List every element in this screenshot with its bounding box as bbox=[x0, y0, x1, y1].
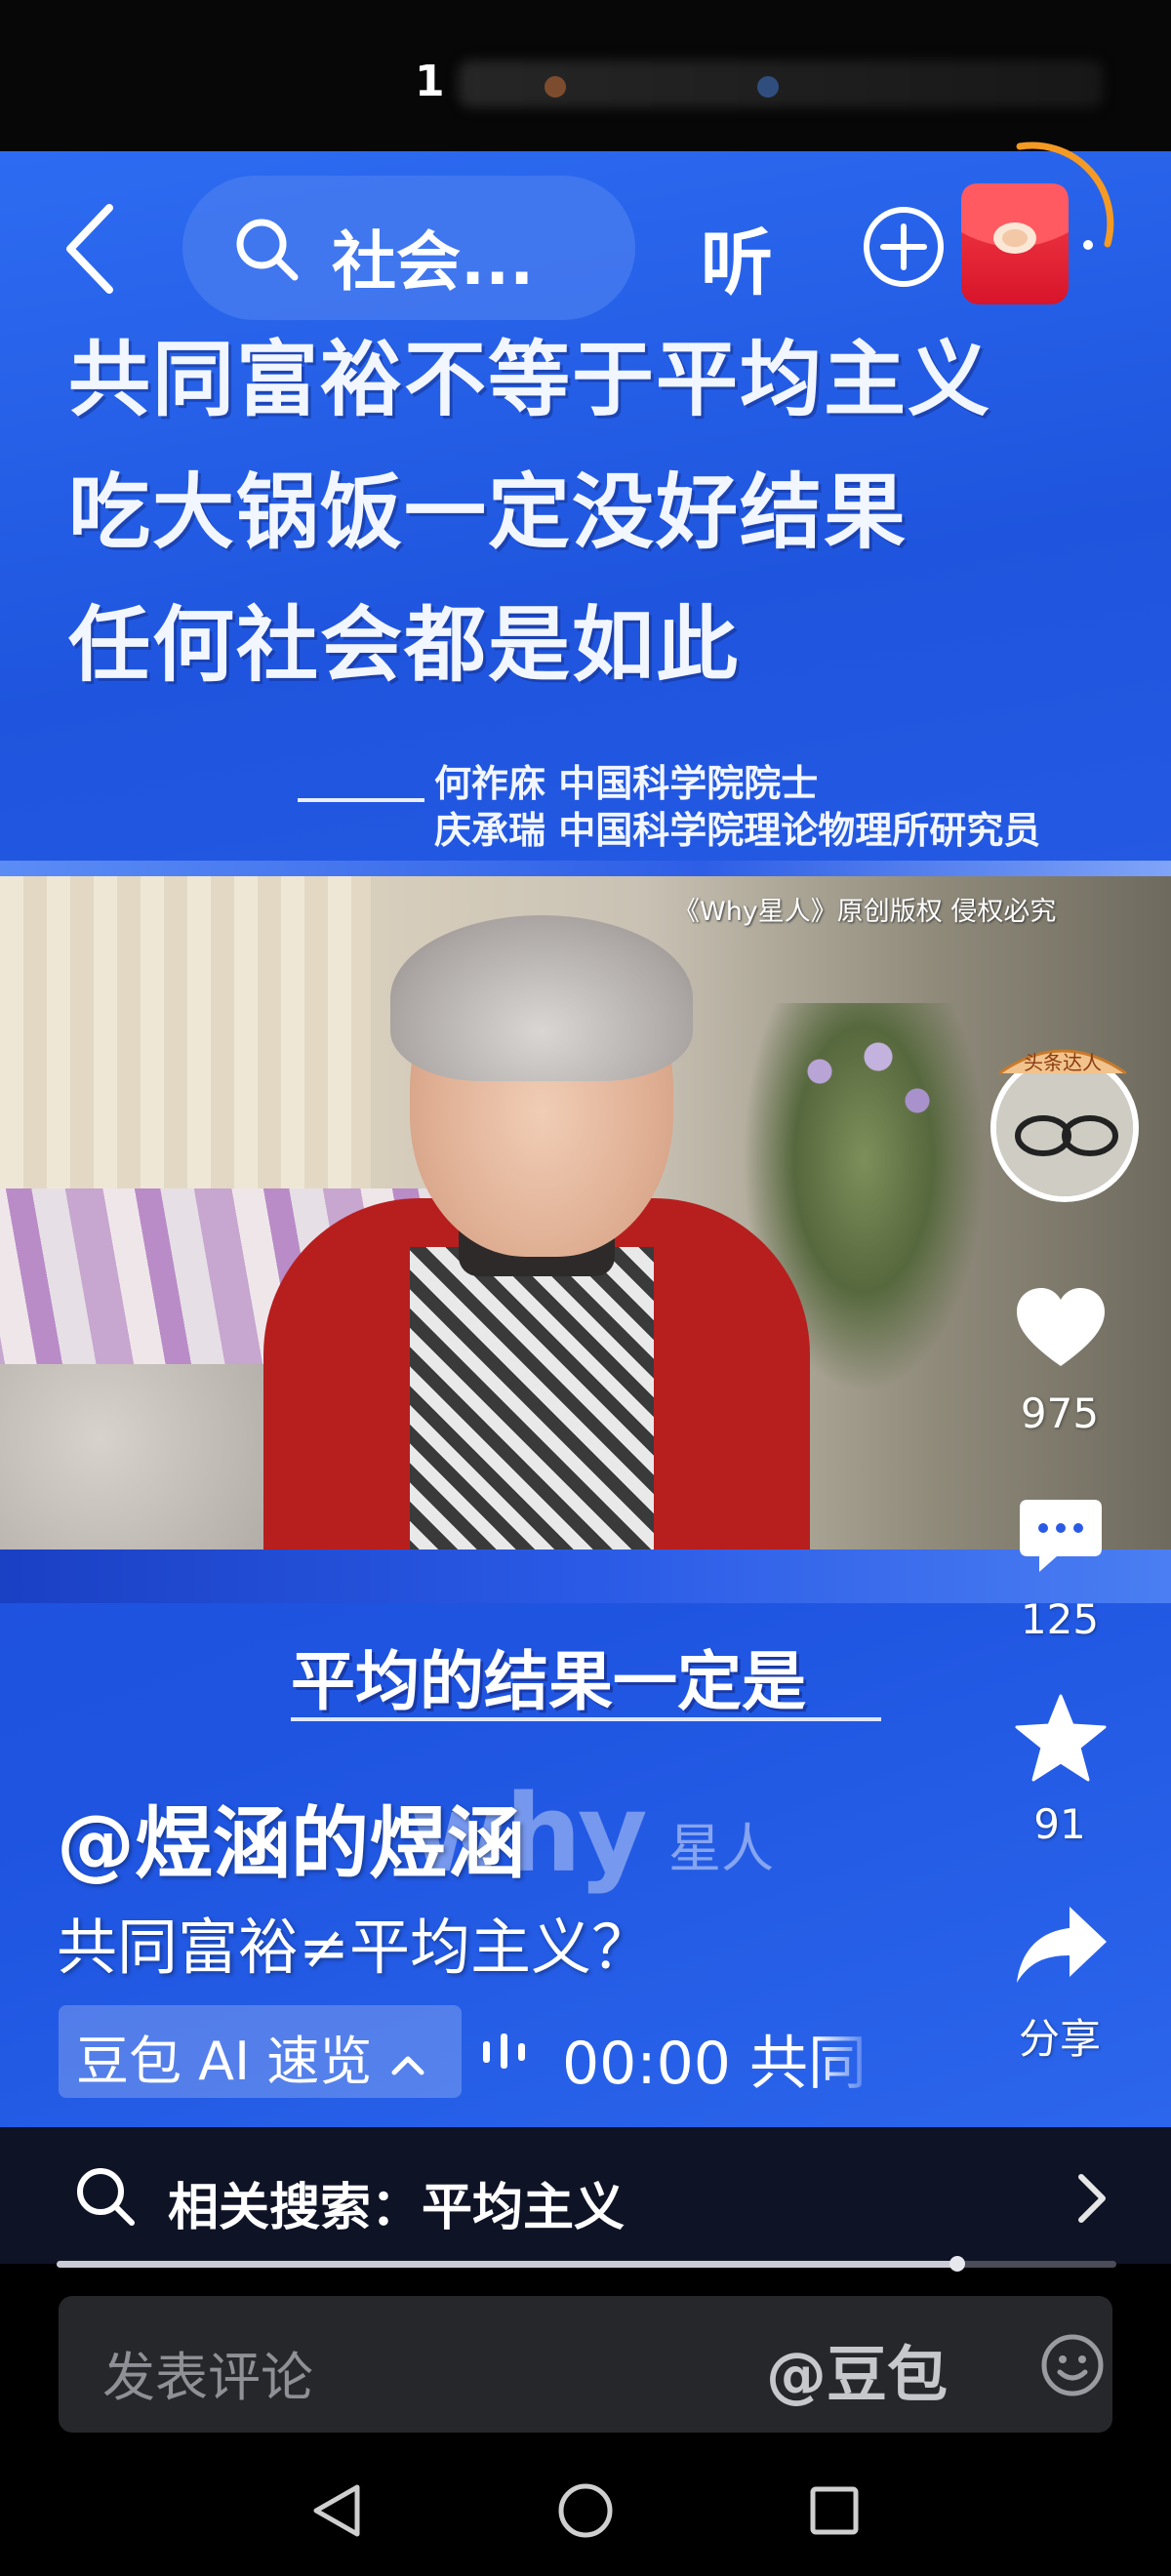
post-caption[interactable]: 共同富裕≠平均主义？ bbox=[57, 1898, 652, 1986]
mention-doubao-button[interactable]: @豆包 bbox=[766, 2325, 948, 2413]
playback-progress-fill bbox=[57, 2261, 957, 2268]
headline-line-2: 吃大锅饭一定没好结果 bbox=[68, 464, 909, 560]
favorite-count: 91 bbox=[1033, 1800, 1086, 1848]
more-dot[interactable] bbox=[1083, 240, 1093, 250]
red-packet-icon[interactable] bbox=[961, 183, 1069, 304]
attribution-line-2: 庆承瑞 中国科学院理论物理所研究员 bbox=[434, 809, 1041, 852]
watermark-logo-cn: 星人 bbox=[668, 1818, 774, 1879]
status-icons-blurred bbox=[459, 60, 1103, 107]
system-nav-bar bbox=[0, 2459, 1171, 2576]
status-bar: 1 bbox=[0, 0, 1171, 151]
author-name[interactable]: @煜涵的煜涵 bbox=[57, 1781, 525, 1894]
related-search-icon bbox=[77, 2168, 135, 2226]
comment-count: 125 bbox=[1020, 1595, 1100, 1643]
ai-summary-text[interactable]: 00:00 共同 bbox=[562, 2016, 878, 2101]
plus-circle-icon[interactable] bbox=[862, 205, 946, 289]
attribution-dash bbox=[298, 798, 424, 802]
ai-summary-label-text: 豆包 AI 速览 bbox=[76, 2031, 373, 2092]
search-text[interactable]: 社会... bbox=[332, 210, 534, 303]
like-count: 975 bbox=[1020, 1389, 1100, 1437]
nav-home-icon[interactable] bbox=[557, 2482, 614, 2539]
share-label[interactable]: 分享 bbox=[982, 2006, 1138, 2066]
person-patterned-sweater bbox=[410, 1247, 654, 1550]
attribution-line-1: 何祚庥 中国科学院院士 bbox=[434, 762, 819, 805]
chevron-right-icon[interactable] bbox=[1071, 2171, 1110, 2226]
subtitle-underline bbox=[291, 1717, 881, 1721]
search-icon bbox=[236, 219, 299, 281]
nav-recents-icon[interactable] bbox=[809, 2485, 860, 2536]
nav-back-icon[interactable] bbox=[310, 2481, 363, 2540]
status-time: 1 bbox=[415, 57, 445, 106]
video-frame-photo bbox=[0, 876, 1171, 1550]
flowers bbox=[761, 1013, 956, 1159]
ai-summary-label: 豆包 AI 速览 bbox=[76, 2018, 427, 2095]
playback-progress-knob[interactable] bbox=[949, 2256, 965, 2272]
emoji-icon[interactable] bbox=[1039, 2332, 1106, 2398]
comment-placeholder[interactable]: 发表评论 bbox=[102, 2334, 313, 2411]
listen-button[interactable]: 听 bbox=[701, 205, 773, 309]
headline-line-1: 共同富裕不等于平均主义 bbox=[68, 332, 992, 427]
back-icon[interactable] bbox=[61, 200, 119, 298]
expert-badge: 头条达人 bbox=[998, 1049, 1127, 1075]
related-search-label[interactable]: 相关搜索：平均主义 bbox=[168, 2166, 625, 2239]
copyright-notice: 《Why星人》原创版权 侵权必究 bbox=[673, 897, 1057, 927]
heart-icon[interactable] bbox=[1015, 1286, 1107, 1370]
person-hair bbox=[390, 915, 693, 1081]
star-icon[interactable] bbox=[1015, 1694, 1107, 1782]
audio-wave-icon bbox=[483, 2033, 525, 2069]
headline-line-3: 任何社会都是如此 bbox=[68, 597, 741, 693]
expert-badge-text: 头条达人 bbox=[1024, 1051, 1102, 1074]
chevron-up-icon bbox=[391, 2056, 424, 2075]
share-icon[interactable] bbox=[1015, 1903, 1109, 1987]
comment-icon[interactable] bbox=[1018, 1498, 1104, 1576]
video-subtitle: 平均的结果一定是 bbox=[291, 1644, 806, 1719]
